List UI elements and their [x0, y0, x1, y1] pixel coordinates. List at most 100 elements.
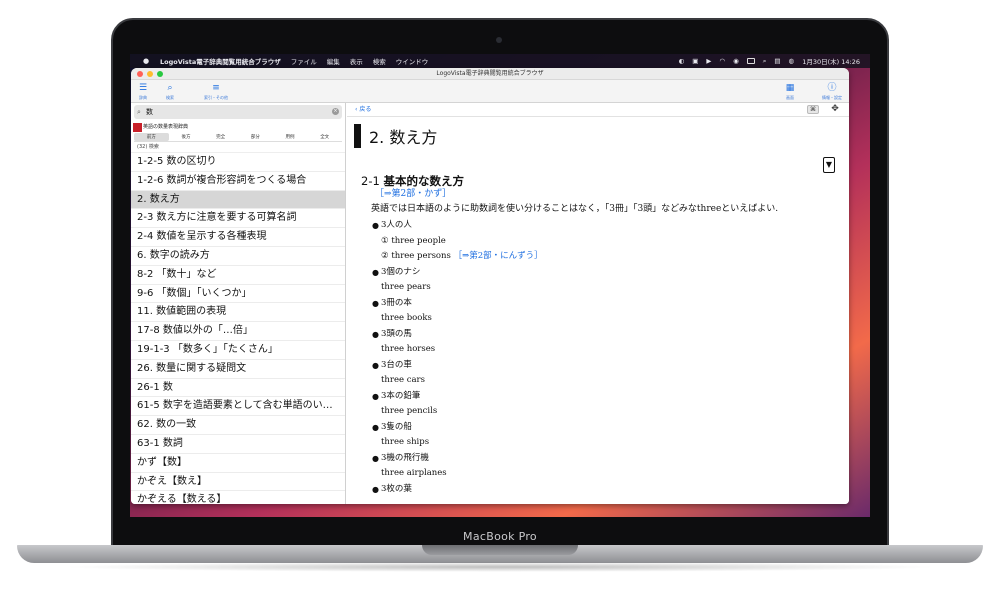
- toolbar: ☰ 辞典 ⌕ 検索 ≡ 索引・その他 ▦ 画面 ⓘ 情報・設定: [131, 80, 849, 103]
- list-item[interactable]: 63-1 数詞: [131, 435, 345, 454]
- list-item: ● 3隻の船: [372, 421, 412, 432]
- list-item[interactable]: 61-5 数字を造語要素として含む単語のい…: [131, 397, 345, 417]
- battery-icon[interactable]: [746, 58, 755, 64]
- example-line: three cars: [381, 375, 425, 385]
- list-item[interactable]: 17-8 数値以外の「…倍」: [131, 322, 345, 341]
- status-icon[interactable]: ◐: [679, 57, 685, 65]
- collapse-button[interactable]: ▼: [823, 157, 835, 173]
- entry-heading: 2. 数え方: [354, 124, 437, 148]
- back-button[interactable]: ‹ 戻る: [355, 106, 371, 113]
- mode-fulltext[interactable]: 全文: [307, 133, 342, 141]
- list-item[interactable]: 1-2-5 数の区切り: [131, 153, 345, 172]
- example-line: ① three people: [381, 235, 446, 246]
- list-item: ● 3人の人: [372, 220, 412, 230]
- dictionary-name: 英語の数量表現辞典: [143, 124, 189, 130]
- list-item[interactable]: 62. 数の一致: [131, 416, 345, 435]
- list-item[interactable]: 1-2-6 数詞が複合形容詞をつくる場合: [131, 172, 345, 191]
- list-item[interactable]: 8-2 「数十」など: [131, 266, 345, 285]
- list-item[interactable]: 26. 数量に関する疑問文: [131, 360, 345, 379]
- layout-icon: ▦: [785, 83, 795, 93]
- status-icon[interactable]: ▣: [692, 57, 698, 65]
- ref-link-ninzuu[interactable]: 第2部・にんずう: [469, 251, 534, 261]
- move-icon[interactable]: ✥: [829, 105, 841, 114]
- example-line: three pencils: [381, 406, 438, 416]
- status-area: ◐ ▣ ▶ ◠ ◉ ⌕ ▤ ◍ 1月30日(木) 14:26: [679, 56, 860, 67]
- dictionary-header[interactable]: 英語の数量表現辞典: [131, 121, 345, 133]
- stage: ● LogoVista電子辞典閲覧用統合ブラウザ ファイル 編集 表示 検索 ウ…: [0, 0, 1000, 600]
- content-nav: ‹ 戻る ⌘ ✥: [347, 103, 849, 117]
- app-window: LogoVista電子辞典閲覧用統合ブラウザ ☰ 辞典 ⌕ 検索 ≡ 索引・その…: [131, 68, 849, 504]
- content-pane: ‹ 戻る ⌘ ✥ 2. 数え方 ▼ 2-1 基本的な数え方 ［⇒第2部・かず］: [347, 103, 849, 504]
- search-icon: ⌕: [167, 83, 173, 93]
- list-item: ● 3枚の葉: [372, 483, 412, 494]
- user-icon[interactable]: ◉: [733, 57, 739, 65]
- menu-window[interactable]: ウインドウ: [396, 56, 429, 66]
- result-count: (32) 検索: [131, 142, 345, 153]
- section-title: 基本的な数え方: [383, 174, 464, 188]
- menu-bar: ● LogoVista電子辞典閲覧用統合ブラウザ ファイル 編集 表示 検索 ウ…: [130, 54, 870, 68]
- index-icon: ≡: [212, 83, 220, 93]
- toolbar-search-button[interactable]: ⌕ 検索: [163, 83, 177, 101]
- control-center-icon[interactable]: ▤: [774, 57, 780, 65]
- example-line: ② three persons ［⇒第2部・にんずう］: [381, 251, 543, 261]
- mode-example[interactable]: 用例: [273, 133, 308, 141]
- wifi-icon[interactable]: ◠: [719, 57, 725, 65]
- search-input[interactable]: ⌕ 数 ×: [134, 105, 342, 119]
- menu-edit[interactable]: 編集: [327, 56, 340, 66]
- ref-link-kazu[interactable]: 第2部・かず: [392, 189, 443, 199]
- list-item[interactable]: かぞえ【数え】: [131, 473, 345, 492]
- cross-reference: ［⇒第2部・かず］: [375, 189, 452, 199]
- mode-partial[interactable]: 部分: [238, 133, 273, 141]
- list-item[interactable]: かず【数】: [131, 454, 345, 473]
- list-item[interactable]: 19-1-3 「数多く」「たくさん」: [131, 341, 345, 360]
- list-item[interactable]: かぞえる【数える】: [131, 491, 345, 504]
- list-item: ● 3頭の馬: [372, 328, 412, 339]
- title-bar: LogoVista電子辞典閲覧用統合ブラウザ: [131, 68, 849, 80]
- spotlight-icon[interactable]: ⌕: [763, 57, 767, 66]
- menu-file[interactable]: ファイル: [291, 56, 317, 66]
- search-value: 数: [146, 108, 153, 116]
- menu-search[interactable]: 検索: [373, 56, 386, 66]
- entry-body: ［⇒第2部・かず］ 英語では日本語のように助数詞を使い分けることはなく，「3冊」…: [361, 187, 831, 497]
- list-item[interactable]: 9-6 「数個」「いくつか」: [131, 285, 345, 304]
- list-item[interactable]: 2-4 数値を呈示する各種表現: [131, 228, 345, 247]
- menu-app-name[interactable]: LogoVista電子辞典閲覧用統合ブラウザ: [160, 56, 281, 66]
- toolbar-info-button[interactable]: ⓘ 情報・設定: [819, 83, 845, 101]
- clear-icon[interactable]: ×: [332, 108, 339, 115]
- example-line: three horses: [381, 344, 436, 354]
- mode-suffix[interactable]: 後方: [169, 133, 204, 141]
- list-item[interactable]: 6. 数字の読み方: [131, 247, 345, 266]
- example-line: three pears: [381, 282, 431, 292]
- result-list: 1-2-5 数の区切り 1-2-6 数詞が複合形容詞をつくる場合 2. 数え方 …: [131, 153, 345, 504]
- example-line: three airplanes: [381, 468, 447, 478]
- list-item[interactable]: 2-3 数え方に注意を要する可算名詞: [131, 209, 345, 229]
- list-item[interactable]: 26-1 数: [131, 379, 345, 398]
- mode-prefix[interactable]: 前方: [134, 133, 169, 141]
- example-line: three books: [381, 313, 432, 323]
- list-item-selected[interactable]: 2. 数え方: [131, 190, 345, 210]
- list-icon: ☰: [138, 83, 148, 93]
- bookmark-icon[interactable]: ⌘: [807, 105, 819, 114]
- toolbar-index-button[interactable]: ≡ 索引・その他: [203, 83, 229, 101]
- close-icon[interactable]: [137, 71, 143, 77]
- status-icon[interactable]: ▶: [706, 57, 711, 65]
- window-controls: [137, 71, 163, 77]
- apple-icon[interactable]: ●: [142, 57, 150, 65]
- heading-bar: [354, 124, 361, 148]
- toolbar-screen-button[interactable]: ▦ 画面: [783, 83, 797, 101]
- entry-title: 2. 数え方: [369, 128, 438, 147]
- clock[interactable]: 1月30日(木) 14:26: [802, 56, 860, 66]
- search-mode-tabs: 前方 後方 完全 部分 用例 全文: [134, 133, 342, 142]
- list-item: ● 3個のナシ: [372, 266, 421, 277]
- list-item[interactable]: 11. 数値範囲の表現: [131, 303, 345, 323]
- info-icon: ⓘ: [827, 83, 837, 93]
- mode-exact[interactable]: 完全: [203, 133, 238, 141]
- minimize-icon[interactable]: [147, 71, 153, 77]
- list-item: ● 3台の車: [372, 359, 412, 370]
- laptop-notch: [422, 545, 578, 555]
- zoom-icon[interactable]: [157, 71, 163, 77]
- menu-view[interactable]: 表示: [350, 56, 363, 66]
- siri-icon[interactable]: ◍: [789, 57, 795, 65]
- dictionary-icon: [133, 123, 142, 132]
- toolbar-dictionary-button[interactable]: ☰ 辞典: [136, 83, 150, 101]
